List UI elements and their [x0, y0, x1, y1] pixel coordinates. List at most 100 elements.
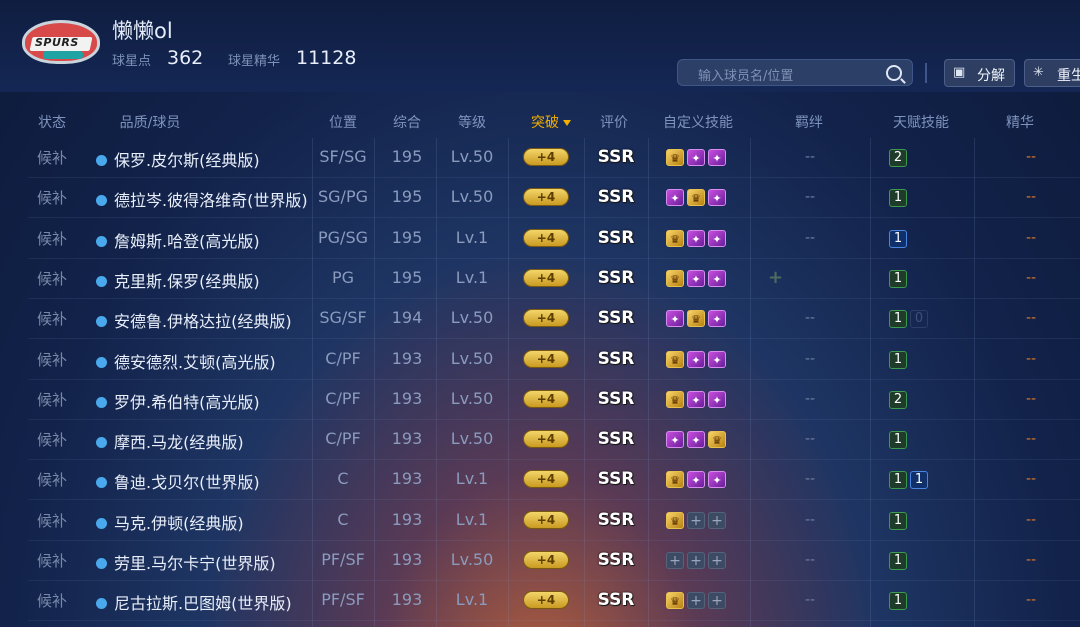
talent-badge[interactable]: 1	[889, 511, 907, 530]
header-rating[interactable]: 评价	[600, 112, 628, 132]
header-player[interactable]: 品质/球员	[120, 112, 181, 132]
player-cell[interactable]: 詹姆斯.哈登(高光版)	[96, 228, 260, 252]
talent-skills[interactable]: 1	[889, 552, 910, 571]
talent-skills[interactable]: 11	[889, 471, 931, 490]
gold-skill-icon[interactable]: ♛	[666, 229, 684, 247]
gold-skill-icon[interactable]: ♛	[666, 149, 684, 166]
purple-skill-icon[interactable]: ✦	[708, 149, 726, 166]
custom-skills[interactable]: ♛ ✦ ✦	[666, 350, 729, 370]
talent-skills[interactable]: 1	[889, 350, 910, 370]
empty-skill-slot-icon[interactable]: +	[666, 552, 684, 569]
gold-skill-icon[interactable]: ♛	[708, 431, 726, 449]
gold-skill-icon[interactable]: ♛	[687, 310, 705, 328]
header-essence[interactable]: 精华	[1006, 112, 1034, 132]
header-status[interactable]: 状态	[38, 112, 66, 132]
talent-skills[interactable]: 1	[889, 511, 910, 531]
empty-skill-slot-icon[interactable]: +	[708, 511, 726, 529]
gold-skill-icon[interactable]: ♛	[666, 592, 684, 610]
table-row[interactable]: 候补 劳里.马尔卡宁(世界版) PF/SF 193 Lv.50 +4 SSR + + + -- 1 --	[0, 541, 1080, 581]
empty-skill-slot-icon[interactable]: +	[708, 592, 726, 610]
player-cell[interactable]: 尼古拉斯.巴图姆(世界版)	[96, 590, 292, 614]
talent-badge[interactable]: 1	[889, 350, 907, 369]
player-cell[interactable]: 安德鲁.伊格达拉(经典版)	[96, 308, 292, 332]
purple-skill-icon[interactable]: ✦	[708, 350, 726, 368]
talent-badge[interactable]: 1	[910, 471, 928, 490]
purple-skill-icon[interactable]: ✦	[708, 269, 726, 287]
rebirth-button[interactable]: ✳ 重生	[1024, 59, 1080, 87]
custom-skills[interactable]: ♛ ✦ ✦	[666, 390, 729, 410]
player-cell[interactable]: 马克.伊顿(经典版)	[96, 510, 244, 534]
purple-skill-icon[interactable]: ✦	[708, 471, 726, 489]
talent-skills[interactable]: 1	[889, 189, 910, 208]
add-bond-icon[interactable]: +	[768, 268, 783, 286]
table-row[interactable]: 候补 保罗.皮尔斯(经典版) SF/SG 195 Lv.50 +4 SSR ♛ ✦ ✦ -- 2 --	[0, 138, 1080, 178]
player-cell[interactable]: 摩西.马龙(经典版)	[96, 429, 244, 453]
talent-badge[interactable]: 1	[889, 552, 907, 570]
talent-skills[interactable]: 1	[889, 592, 910, 611]
talent-skills[interactable]: 1	[889, 269, 910, 289]
empty-skill-slot-icon[interactable]: +	[687, 552, 705, 569]
talent-badge[interactable]: 2	[889, 390, 907, 409]
table-row[interactable]: 候补 罗伊.希伯特(高光版) C/PF 193 Lv.50 +4 SSR ♛ ✦ ✦ -- 2 --	[0, 380, 1080, 420]
purple-skill-icon[interactable]: ✦	[708, 310, 726, 328]
purple-skill-icon[interactable]: ✦	[687, 431, 705, 449]
header-overall[interactable]: 综合	[393, 112, 421, 132]
player-cell[interactable]: 劳里.马尔卡宁(世界版)	[96, 550, 276, 574]
header-breakthrough[interactable]: 突破	[531, 112, 571, 132]
talent-skills[interactable]: 1	[889, 229, 910, 249]
custom-skills[interactable]: + + +	[666, 552, 729, 571]
search-icon[interactable]	[886, 65, 902, 81]
purple-skill-icon[interactable]: ✦	[687, 350, 705, 368]
table-row[interactable]: 候补 鲁迪.戈贝尔(世界版) C 193 Lv.1 +4 SSR ♛ ✦ ✦ -- 1 1 --	[0, 460, 1080, 501]
search-input[interactable]: 输入球员名/位置	[677, 59, 913, 86]
player-cell[interactable]: 克里斯.保罗(经典版)	[96, 268, 260, 292]
header-level[interactable]: 等级	[458, 112, 486, 132]
header-position[interactable]: 位置	[329, 112, 357, 132]
table-row[interactable]: 候补 马克.伊顿(经典版) C 193 Lv.1 +4 SSR ♛ + + -- 1 --	[0, 501, 1080, 541]
purple-skill-icon[interactable]: ✦	[666, 431, 684, 449]
talent-badge[interactable]: 1	[889, 592, 907, 611]
custom-skills[interactable]: ♛ ✦ ✦	[666, 269, 729, 289]
purple-skill-icon[interactable]: ✦	[687, 390, 705, 408]
table-row[interactable]: 候补 詹姆斯.哈登(高光版) PG/SG 195 Lv.1 +4 SSR ♛ ✦ ✦ -- 1 --	[0, 219, 1080, 259]
talent-skills[interactable]: 1	[889, 431, 910, 450]
gold-skill-icon[interactable]: ♛	[666, 390, 684, 408]
custom-skills[interactable]: ✦ ✦ ♛	[666, 431, 729, 450]
talent-skills[interactable]: 10	[889, 310, 931, 329]
gold-skill-icon[interactable]: ♛	[666, 350, 684, 368]
talent-badge[interactable]: 1	[889, 431, 907, 450]
talent-skills[interactable]: 2	[889, 149, 910, 168]
player-cell[interactable]: 德安德烈.艾顿(高光版)	[96, 349, 276, 373]
table-row[interactable]: 候补 德拉岑.彼得洛维奇(世界版) SG/PG 195 Lv.50 +4 SSR ✦ ♛ ✦ -- 1…	[0, 178, 1080, 219]
custom-skills[interactable]: ✦ ♛ ✦	[666, 189, 729, 208]
table-row[interactable]: 候补 尼古拉斯.巴图姆(世界版) PF/SF 193 Lv.1 +4 SSR ♛ + + -- 1 --	[0, 581, 1080, 622]
custom-skills[interactable]: ♛ + +	[666, 511, 729, 531]
talent-badge[interactable]: 2	[889, 149, 907, 167]
header-talent[interactable]: 天赋技能	[893, 112, 949, 132]
empty-skill-slot-icon[interactable]: +	[687, 511, 705, 529]
talent-badge[interactable]: 1	[889, 269, 907, 288]
purple-skill-icon[interactable]: ✦	[687, 229, 705, 247]
gold-skill-icon[interactable]: ♛	[666, 511, 684, 529]
purple-skill-icon[interactable]: ✦	[708, 390, 726, 408]
talent-badge[interactable]: 0	[910, 310, 928, 329]
decompose-button[interactable]: ▣ 分解	[944, 59, 1015, 87]
empty-skill-slot-icon[interactable]: +	[708, 552, 726, 569]
table-row[interactable]: 候补 安德鲁.伊格达拉(经典版) SG/SF 194 Lv.50 +4 SSR ✦ ♛ ✦ -- 1 0…	[0, 299, 1080, 340]
player-cell[interactable]: 保罗.皮尔斯(经典版)	[96, 147, 260, 171]
custom-skills[interactable]: ♛ ✦ ✦	[666, 471, 729, 490]
talent-badge[interactable]: 1	[889, 471, 907, 490]
empty-skill-slot-icon[interactable]: +	[687, 592, 705, 610]
custom-skills[interactable]: ♛ + +	[666, 592, 729, 611]
custom-skills[interactable]: ✦ ♛ ✦	[666, 310, 729, 329]
custom-skills[interactable]: ♛ ✦ ✦	[666, 149, 729, 168]
gold-skill-icon[interactable]: ♛	[666, 471, 684, 489]
table-row[interactable]: 候补 克里斯.保罗(经典版) PG 195 Lv.1 +4 SSR ♛ ✦ ✦ +1 --	[0, 259, 1080, 299]
header-custom-skills[interactable]: 自定义技能	[663, 112, 733, 132]
talent-badge[interactable]: 1	[889, 310, 907, 329]
purple-skill-icon[interactable]: ✦	[666, 310, 684, 328]
header-bond[interactable]: 羁绊	[795, 112, 823, 132]
purple-skill-icon[interactable]: ✦	[687, 269, 705, 287]
purple-skill-icon[interactable]: ✦	[708, 189, 726, 207]
table-row[interactable]: 候补 德安德烈.艾顿(高光版) C/PF 193 Lv.50 +4 SSR ♛ ✦ ✦ -- 1 --	[0, 340, 1080, 380]
